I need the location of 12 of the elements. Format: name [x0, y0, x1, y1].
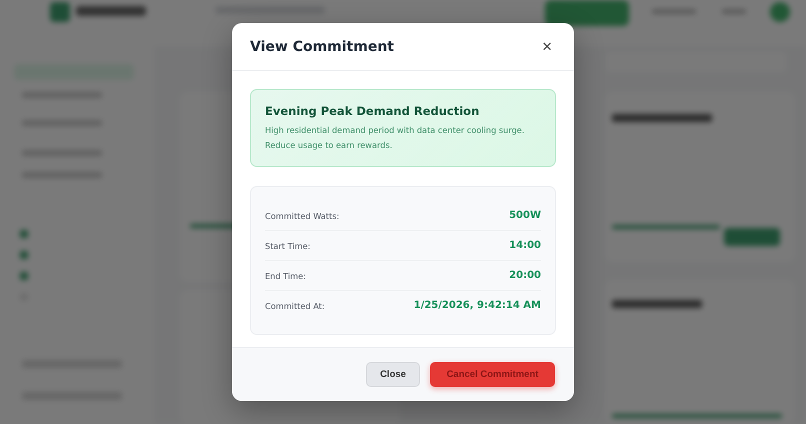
detail-value: 500W [509, 210, 541, 221]
detail-value: 14:00 [509, 240, 541, 251]
event-description: High residential demand period with data center cooling surge. Reduce usage to earn rewards. [265, 124, 526, 152]
event-title: Evening Peak Demand Reduction [265, 104, 480, 118]
detail-value: 1/25/2026, 9:42:14 AM [414, 300, 541, 311]
dialog-title: View Commitment [250, 38, 394, 54]
detail-label: End Time: [265, 270, 306, 280]
detail-label: Start Time: [265, 240, 310, 250]
close-button[interactable]: Close [366, 362, 420, 387]
detail-value: 20:00 [509, 270, 541, 281]
detail-label: Committed At: [265, 300, 325, 310]
detail-label: Committed Watts: [265, 210, 340, 220]
